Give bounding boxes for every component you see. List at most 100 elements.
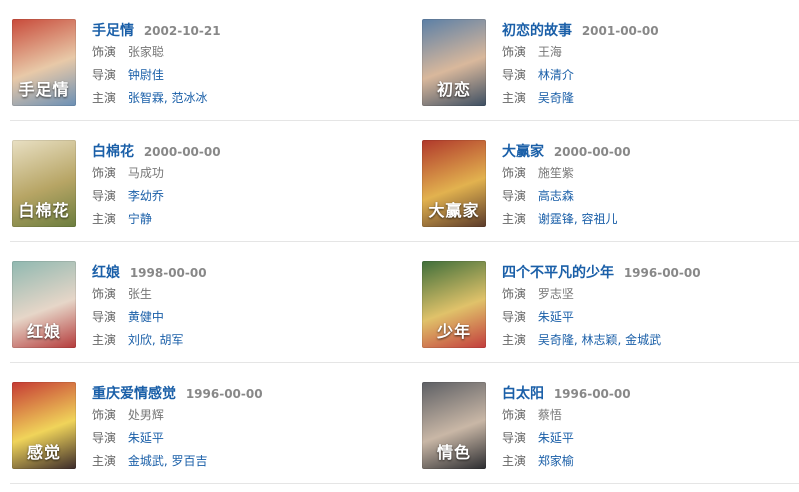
stars-line: 主演 刘欣, 胡军 (92, 329, 392, 352)
poster-title-text: 大赢家 (428, 201, 480, 220)
release-date: 2000-00-00 (143, 145, 221, 159)
release-date: 1996-00-00 (553, 387, 631, 401)
movie-title-link[interactable]: 红娘 (92, 265, 120, 281)
star-link[interactable]: 吴奇隆 (538, 333, 574, 347)
dubber-value: 马成功 (127, 166, 164, 180)
movie-title-link[interactable]: 白棉花 (92, 144, 134, 160)
release-date: 2002-10-21 (143, 24, 221, 38)
star-label: 主演 (92, 333, 117, 347)
movie-title-link[interactable]: 四个不平凡的少年 (502, 265, 614, 281)
dubber-label: 饰演 (502, 287, 527, 301)
dubber-value: 蔡悟 (537, 408, 562, 422)
stars-line: 主演 郑家榆 (502, 450, 799, 473)
movie-card: 手足情 手足情 2002-10-21 饰演 张家聪 导演 钟尉佳 主演 张智霖,… (12, 0, 392, 120)
movie-row: 红娘 红娘 1998-00-00 饰演 张生 导演 黄健中 主演 刘欣, 胡军 … (0, 242, 799, 363)
director-link[interactable]: 黄健中 (128, 310, 164, 324)
movie-poster[interactable]: 红娘 (12, 261, 76, 348)
release-date: 2000-00-00 (553, 145, 631, 159)
stars-line: 主演 谢霆锋, 容祖儿 (502, 208, 799, 231)
director-link[interactable]: 朱延平 (538, 310, 574, 324)
movie-row: 感觉 重庆爱情感觉 1996-00-00 饰演 处男辉 导演 朱延平 主演 金城… (0, 363, 799, 484)
poster-title-text: 少年 (436, 322, 471, 341)
stars-line: 主演 吴奇隆 (502, 87, 799, 110)
director-line: 导演 朱延平 (502, 306, 799, 329)
movie-row: 手足情 手足情 2002-10-21 饰演 张家聪 导演 钟尉佳 主演 张智霖,… (0, 0, 799, 121)
star-link[interactable]: 张智霖 (128, 91, 164, 105)
movie-poster[interactable]: 白棉花 (12, 140, 76, 227)
star-link[interactable]: 金城武 (128, 454, 164, 468)
title-line: 大赢家 2000-00-00 (502, 142, 799, 162)
movie-info: 红娘 1998-00-00 饰演 张生 导演 黄健中 主演 刘欣, 胡军 (92, 263, 392, 352)
dubber-label: 饰演 (92, 45, 117, 59)
star-link[interactable]: 宁静 (128, 212, 152, 226)
director-label: 导演 (502, 189, 527, 203)
title-line: 白棉花 2000-00-00 (92, 142, 392, 162)
dubber-label: 饰演 (92, 287, 117, 301)
dubber-line: 饰演 张生 (92, 283, 392, 306)
dubber-value: 张家聪 (127, 45, 164, 59)
movie-card: 初恋 初恋的故事 2001-00-00 饰演 王海 导演 林清介 主演 吴奇隆 (422, 0, 799, 120)
dubber-line: 饰演 张家聪 (92, 41, 392, 64)
title-line: 四个不平凡的少年 1996-00-00 (502, 263, 799, 283)
movie-title-link[interactable]: 重庆爱情感觉 (92, 386, 176, 402)
movie-card: 少年 四个不平凡的少年 1996-00-00 饰演 罗志坚 导演 朱延平 主演 … (422, 242, 799, 362)
director-link[interactable]: 朱延平 (128, 431, 164, 445)
star-link[interactable]: 郑家榆 (538, 454, 574, 468)
movie-title-link[interactable]: 白太阳 (502, 386, 544, 402)
dubber-line: 饰演 处男辉 (92, 404, 392, 427)
stars-line: 主演 吴奇隆, 林志颖, 金城武 (502, 329, 799, 352)
dubber-value: 施笙紫 (537, 166, 574, 180)
title-line: 重庆爱情感觉 1996-00-00 (92, 384, 392, 404)
director-link[interactable]: 朱延平 (538, 431, 574, 445)
movie-poster[interactable]: 感觉 (12, 382, 76, 469)
separator: , (151, 333, 160, 347)
dubber-line: 饰演 施笙紫 (502, 162, 799, 185)
movie-poster[interactable]: 少年 (422, 261, 486, 348)
dubber-line: 饰演 蔡悟 (502, 404, 799, 427)
stars-line: 主演 金城武, 罗百吉 (92, 450, 392, 473)
movie-title-link[interactable]: 初恋的故事 (502, 23, 572, 39)
dubber-value: 罗志坚 (537, 287, 574, 301)
director-link[interactable]: 林清介 (538, 68, 574, 82)
star-link[interactable]: 吴奇隆 (538, 91, 574, 105)
movie-poster[interactable]: 大赢家 (422, 140, 486, 227)
director-label: 导演 (92, 431, 117, 445)
poster-title-text: 感觉 (26, 443, 61, 462)
star-link[interactable]: 刘欣 (128, 333, 152, 347)
separator: , (573, 333, 582, 347)
movie-grid: 手足情 手足情 2002-10-21 饰演 张家聪 导演 钟尉佳 主演 张智霖,… (0, 0, 799, 492)
dubber-line: 饰演 罗志坚 (502, 283, 799, 306)
dubber-label: 饰演 (502, 166, 527, 180)
director-line: 导演 林清介 (502, 64, 799, 87)
title-line: 白太阳 1996-00-00 (502, 384, 799, 404)
star-link[interactable]: 谢霆锋 (538, 212, 574, 226)
star-link[interactable]: 罗百吉 (172, 454, 208, 468)
movie-card: 大赢家 大赢家 2000-00-00 饰演 施笙紫 导演 高志森 主演 谢霆锋,… (422, 121, 799, 241)
movie-poster[interactable]: 情色 (422, 382, 486, 469)
movie-info: 重庆爱情感觉 1996-00-00 饰演 处男辉 导演 朱延平 主演 金城武, … (92, 384, 392, 473)
star-link[interactable]: 胡军 (160, 333, 184, 347)
title-line: 初恋的故事 2001-00-00 (502, 21, 799, 41)
movie-poster[interactable]: 初恋 (422, 19, 486, 106)
movie-poster[interactable]: 手足情 (12, 19, 76, 106)
director-label: 导演 (92, 310, 117, 324)
star-label: 主演 (502, 454, 527, 468)
dubber-line: 饰演 王海 (502, 41, 799, 64)
star-link[interactable]: 范冰冰 (172, 91, 208, 105)
director-line: 导演 李幼乔 (92, 185, 392, 208)
director-link[interactable]: 高志森 (538, 189, 574, 203)
separator: , (573, 212, 582, 226)
separator: , (163, 454, 172, 468)
star-link[interactable]: 林志颖 (582, 333, 618, 347)
director-link[interactable]: 钟尉佳 (128, 68, 164, 82)
director-line: 导演 朱延平 (502, 427, 799, 450)
movie-title-link[interactable]: 大赢家 (502, 144, 544, 160)
movie-title-link[interactable]: 手足情 (92, 23, 134, 39)
title-line: 红娘 1998-00-00 (92, 263, 392, 283)
director-link[interactable]: 李幼乔 (128, 189, 164, 203)
release-date: 2001-00-00 (581, 24, 659, 38)
separator: , (163, 91, 172, 105)
star-link[interactable]: 金城武 (625, 333, 661, 347)
star-link[interactable]: 容祖儿 (582, 212, 618, 226)
release-date: 1996-00-00 (623, 266, 701, 280)
